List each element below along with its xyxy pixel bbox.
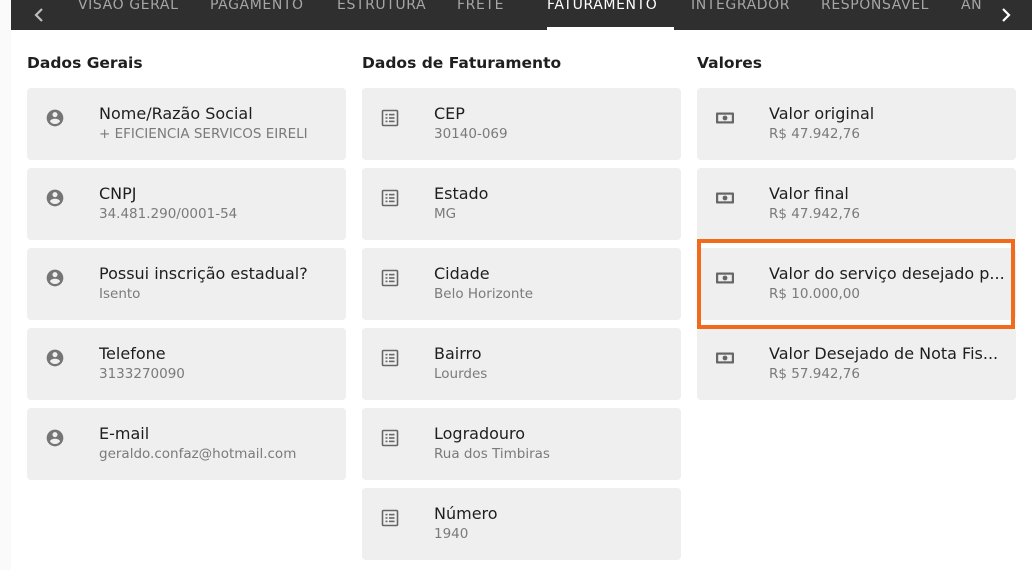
info-card-telefone: Telefone 3133270090 [27, 328, 346, 400]
info-card-cnpj: CNPJ 34.481.290/0001-54 [27, 168, 346, 240]
section-title-valores: Valores [697, 54, 762, 72]
card-label: E-mail [99, 424, 150, 443]
chevron-right-icon[interactable] [986, 0, 1026, 30]
info-card-cep: CEP 30140-069 [362, 88, 681, 160]
tab-bar: VISAO GERAL PAGAMENTO ESTRUTURA FRETE FA… [11, 0, 1032, 30]
info-card-logradouro: Logradouro Rua dos Timbiras [362, 408, 681, 480]
card-value: Lourdes [434, 366, 488, 382]
tab-responsavel[interactable]: RESPONSAVEL [821, 0, 929, 13]
info-card-inscricao: Possui inscrição estadual? Isento [27, 248, 346, 320]
card-label: Telefone [99, 344, 166, 363]
card-value: + EFICIENCIA SERVICOS EIRELI [99, 126, 308, 142]
list-icon [378, 186, 402, 210]
list-icon [378, 506, 402, 530]
info-card-valor-nota-fiscal: Valor Desejado de Nota Fis... R$ 57.942,… [697, 328, 1016, 400]
account-circle-icon [43, 426, 67, 450]
card-label: Número [434, 504, 498, 523]
account-circle-icon [43, 266, 67, 290]
card-value: Rua dos Timbiras [434, 446, 550, 462]
tab-faturamento[interactable]: FATURAMENTO [547, 0, 657, 13]
tab-visao-geral[interactable]: VISAO GERAL [78, 0, 179, 13]
tab-integrador[interactable]: INTEGRADOR [691, 0, 790, 13]
info-card-valor-original: Valor original R$ 47.942,76 [697, 88, 1016, 160]
card-value: R$ 47.942,76 [769, 206, 860, 222]
section-title-dados-gerais: Dados Gerais [27, 54, 143, 72]
info-card-cidade: Cidade Belo Horizonte [362, 248, 681, 320]
money-icon [713, 186, 737, 210]
card-label: CNPJ [99, 184, 137, 203]
card-value: 3133270090 [99, 366, 185, 382]
info-card-nome: Nome/Razão Social + EFICIENCIA SERVICOS … [27, 88, 346, 160]
card-label: Estado [434, 184, 489, 203]
highlight-box [697, 239, 1015, 329]
section-title-dados-faturamento: Dados de Faturamento [362, 54, 562, 72]
card-value: R$ 47.942,76 [769, 126, 860, 142]
account-circle-icon [43, 346, 67, 370]
card-value: R$ 57.942,76 [769, 366, 860, 382]
list-icon [378, 106, 402, 130]
list-icon [378, 426, 402, 450]
card-label: Nome/Razão Social [99, 104, 253, 123]
card-value: Belo Horizonte [434, 286, 534, 302]
card-label: CEP [434, 104, 465, 123]
chevron-left-icon[interactable] [19, 0, 59, 30]
tab-frete[interactable]: FRETE [457, 0, 504, 13]
card-value: 1940 [434, 526, 469, 542]
card-value: geraldo.confaz@hotmail.com [99, 446, 297, 462]
account-circle-icon [43, 106, 67, 130]
card-label: Bairro [434, 344, 482, 363]
tab-an[interactable]: AN [961, 0, 982, 13]
money-icon [713, 106, 737, 130]
info-card-numero: Número 1940 [362, 488, 681, 560]
card-value: 30140-069 [434, 126, 508, 142]
card-label: Logradouro [434, 424, 526, 443]
card-label: Possui inscrição estadual? [99, 264, 308, 283]
info-card-bairro: Bairro Lourdes [362, 328, 681, 400]
account-circle-icon [43, 186, 67, 210]
money-icon [713, 346, 737, 370]
card-value: Isento [99, 286, 141, 302]
card-label: Valor original [769, 104, 875, 123]
card-value: MG [434, 206, 457, 222]
list-icon [378, 266, 402, 290]
list-icon [378, 346, 402, 370]
card-label: Valor final [769, 184, 849, 203]
tab-pagamento[interactable]: PAGAMENTO [210, 0, 304, 13]
info-card-email: E-mail geraldo.confaz@hotmail.com [27, 408, 346, 480]
card-label: Valor Desejado de Nota Fis... [769, 344, 999, 363]
info-card-estado: Estado MG [362, 168, 681, 240]
info-card-valor-final: Valor final R$ 47.942,76 [697, 168, 1016, 240]
tab-estrutura[interactable]: ESTRUTURA [337, 0, 426, 13]
card-value: 34.481.290/0001-54 [99, 206, 238, 222]
card-label: Cidade [434, 264, 490, 283]
